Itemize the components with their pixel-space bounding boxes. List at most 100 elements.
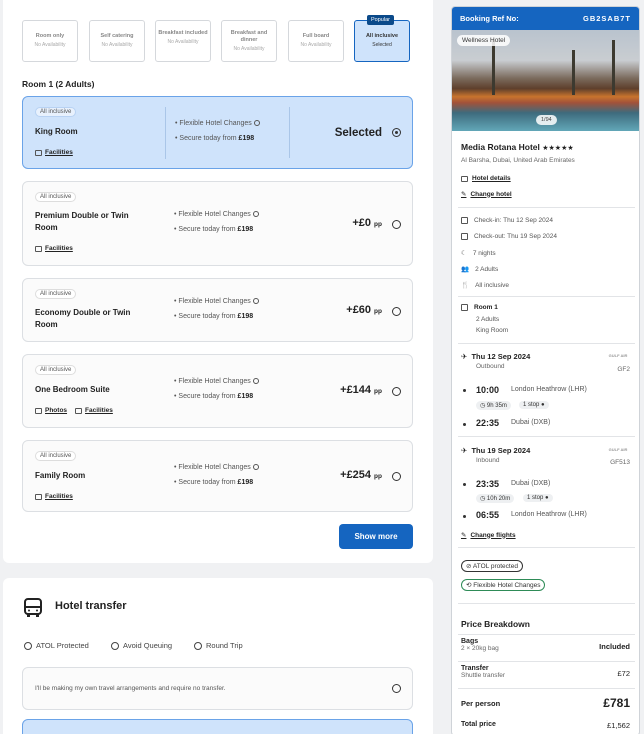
- board-option-breakfast[interactable]: Breakfast included No Availability: [155, 20, 211, 62]
- info-icon[interactable]: [252, 211, 259, 218]
- duration-pill: ◷ 10h 20m: [476, 494, 515, 503]
- board-option-self-catering[interactable]: Self catering No Availability: [89, 20, 145, 62]
- room-option-king[interactable]: All inclusive King Room Facilities • Fle…: [22, 96, 413, 169]
- room-radio[interactable]: [392, 220, 401, 229]
- check-icon: [24, 641, 32, 650]
- image-icon: [35, 407, 42, 414]
- room-radio[interactable]: [392, 472, 401, 481]
- info-icon[interactable]: [253, 120, 260, 127]
- room-price: +£0 pp: [352, 217, 382, 229]
- checkout: Check-out: Thu 19 Sep 2024: [461, 233, 557, 240]
- guests: 👥 2 Adults: [461, 265, 499, 274]
- calendar-icon: [461, 217, 468, 224]
- airline-logo: GULF AIR: [608, 447, 628, 452]
- hotel-details-link[interactable]: Hotel details: [461, 175, 511, 182]
- inbound-flight: ✈ Thu 19 Sep 2024: [461, 446, 531, 455]
- booking-ref: GB2SAB7T: [582, 14, 631, 23]
- room-radio[interactable]: [392, 307, 401, 316]
- board-tag: All inclusive: [35, 289, 77, 299]
- photo-tag: Wellness Hotel: [457, 35, 511, 46]
- board-option-all-inclusive[interactable]: Popular All inclusive Selected: [354, 15, 410, 62]
- room-name: Family Room: [35, 471, 86, 480]
- hotel-photo[interactable]: Wellness Hotel 1/94: [452, 30, 639, 131]
- booking-header: Booking Ref No: GB2SAB7T: [452, 7, 639, 30]
- room-radio[interactable]: [392, 128, 401, 137]
- feature-round-trip: Round Trip: [194, 641, 243, 650]
- stops-pill[interactable]: 1 stop ●: [519, 401, 549, 409]
- room-name: Economy Double or Twin Room: [35, 308, 131, 329]
- room-summary: Room 1: [461, 304, 498, 311]
- photos-link[interactable]: Photos: [35, 407, 67, 414]
- hotel-location: Al Barsha, Dubai, United Arab Emirates: [461, 157, 575, 164]
- pencil-icon: ✎: [461, 532, 467, 539]
- transfer-option-selected[interactable]: [22, 719, 413, 734]
- popular-badge: Popular: [367, 15, 394, 25]
- facilities-icon: [75, 407, 83, 414]
- info-icon[interactable]: [252, 378, 259, 385]
- transfer-radio[interactable]: [392, 684, 401, 693]
- booking-summary: Booking Ref No: GB2SAB7T Wellness Hotel 1…: [451, 6, 640, 734]
- moon-icon: ☾: [461, 250, 467, 257]
- info-icon: ●: [545, 495, 549, 501]
- board-option-full-board[interactable]: Full board No Availability: [288, 20, 344, 62]
- calendar-icon: [461, 233, 468, 240]
- flex-badge: ⟲ Flexible Hotel Changes: [461, 579, 546, 591]
- bed-icon: [461, 304, 468, 311]
- room-option-premium[interactable]: All inclusive Premium Double or Twin Roo…: [22, 181, 413, 266]
- facilities-link[interactable]: Facilities: [35, 493, 73, 500]
- change-hotel-link[interactable]: ✎ Change hotel: [461, 190, 512, 199]
- info-icon: ●: [541, 402, 545, 408]
- pencil-icon: ✎: [461, 191, 467, 198]
- bus-icon: [24, 598, 42, 617]
- photo-counter: 1/94: [536, 115, 557, 125]
- airline-logo: GULF AIR: [608, 353, 628, 358]
- room-option-economy[interactable]: All inclusive Economy Double or Twin Roo…: [22, 278, 413, 342]
- stops-pill[interactable]: 1 stop ●: [523, 494, 553, 502]
- board-type: 🍴 All inclusive: [461, 281, 510, 290]
- room-radio[interactable]: [392, 387, 401, 396]
- facilities-link[interactable]: Facilities: [75, 407, 113, 414]
- feature-avoid-queuing: Avoid Queuing: [111, 641, 172, 650]
- room-option-suite[interactable]: All inclusive One Bedroom Suite Photos Fa…: [22, 354, 413, 428]
- facilities-icon: [35, 493, 42, 500]
- room-price: +£144 pp: [340, 384, 382, 396]
- people-icon: 👥: [461, 266, 470, 273]
- plane-icon: ✈: [461, 352, 468, 361]
- board-tag: All inclusive: [35, 365, 77, 375]
- room-price: Selected: [334, 127, 382, 139]
- plane-icon: ✈: [461, 446, 468, 455]
- room-option-family[interactable]: All inclusive Family Room Facilities • F…: [22, 440, 413, 512]
- board-option-breakfast-dinner[interactable]: Breakfast and dinner No Availability: [221, 20, 277, 62]
- board-option-room-only[interactable]: Room only No Availability: [22, 20, 78, 62]
- nights: ☾ 7 nights: [461, 249, 496, 258]
- document-icon: [461, 175, 468, 182]
- board-tag: All inclusive: [35, 451, 77, 461]
- price-row-transfer: Transfer Shuttle transfer £72: [461, 665, 630, 679]
- room-price: +£254 pp: [340, 469, 382, 481]
- room-price: +£60 pp: [346, 304, 382, 316]
- feature-atol: ATOL Protected: [24, 641, 89, 650]
- info-icon[interactable]: [252, 298, 259, 305]
- room-name: King Room: [35, 127, 78, 136]
- price-row-bags: Bags 2 × 20kg bag Included: [461, 638, 630, 652]
- facilities-icon: [35, 245, 42, 252]
- show-more-button[interactable]: Show more: [339, 524, 413, 549]
- board-tag: All inclusive: [35, 107, 77, 117]
- flight-code: GF513: [610, 459, 630, 466]
- board-tag: All inclusive: [35, 192, 77, 202]
- room-name: Premium Double or Twin Room: [35, 211, 129, 232]
- facilities-link[interactable]: Facilities: [35, 245, 73, 252]
- info-icon[interactable]: [252, 464, 259, 471]
- transfer-title: Hotel transfer: [55, 600, 127, 612]
- price-row-total: Total price £1,562: [461, 721, 630, 730]
- facilities-icon: [35, 149, 42, 156]
- price-breakdown-title: Price Breakdown: [461, 619, 530, 629]
- check-icon: [194, 641, 202, 650]
- check-icon: [111, 641, 119, 650]
- no-transfer-option[interactable]: I'll be making my own travel arrangement…: [22, 667, 413, 710]
- atol-badge: ⊘ ATOL protected: [461, 560, 523, 572]
- duration-pill: ◷ 9h 35m: [476, 401, 511, 410]
- outbound-flight: ✈ Thu 12 Sep 2024: [461, 352, 531, 361]
- change-flights-link[interactable]: ✎ Change flights: [461, 531, 516, 540]
- facilities-link[interactable]: Facilities: [35, 149, 73, 156]
